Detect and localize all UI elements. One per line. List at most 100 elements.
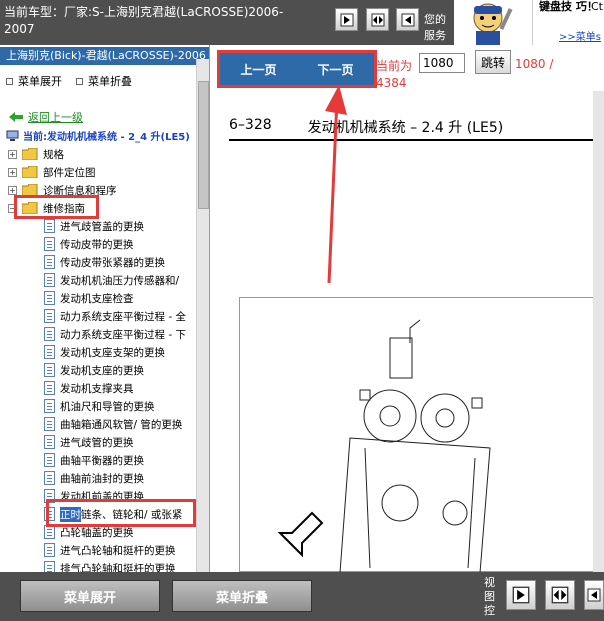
tree-leaf-label: 发动机前盖的更换 xyxy=(60,490,144,503)
tree-folder-label: 诊断信息和程序 xyxy=(43,184,117,197)
tree-leaf[interactable]: 动力系统支座平衡过程 - 全 xyxy=(0,307,196,325)
tree-leaf-label: 发动机机油压力传感器和/ xyxy=(60,274,180,287)
heading-rule xyxy=(229,139,604,141)
tree-leaf-label: 传动皮带张紧器的更换 xyxy=(60,256,165,269)
tree-leaf[interactable]: 排气凸轮轴和挺杆的更换 xyxy=(0,559,196,572)
tree-leaf[interactable]: 发动机支座检查 xyxy=(0,289,196,307)
tree-list: + 规格 + 部件定位图 + 诊断信息和程序 − 维修指南 进气歧管盖的更换 传动皮带的更换 传动皮… xyxy=(0,145,196,572)
document-scrollbar[interactable] xyxy=(593,91,604,572)
ad-corner-text: Ct xyxy=(591,0,603,13)
tree-leaf-label: 动力系统支座平衡过程 - 全 xyxy=(60,310,186,323)
tree-folder[interactable]: − 维修指南 xyxy=(0,199,196,217)
view-split-icon xyxy=(551,586,569,604)
back-link-label: 返回上一级 xyxy=(28,111,83,124)
ad-menu-link[interactable]: >>菜单s xyxy=(559,28,601,43)
folder-icon xyxy=(21,165,38,179)
tree-panel: 上海别克(Bick)-君越(LaCROSSE)-2006 菜单展开 菜单折叠 返… xyxy=(0,45,210,572)
tree-leaf[interactable]: 发动机机油压力传感器和/ xyxy=(0,271,196,289)
engine-diagram xyxy=(239,297,594,572)
document-icon xyxy=(44,363,55,377)
bottom-view-left-button[interactable] xyxy=(584,580,604,610)
engine-illustration xyxy=(277,319,491,572)
bottom-view-single-button[interactable] xyxy=(506,580,536,610)
view-single-button[interactable] xyxy=(335,8,358,31)
view-split-icon xyxy=(371,13,384,26)
back-link[interactable]: 返回上一级 xyxy=(8,109,83,125)
tree-folder[interactable]: + 部件定位图 xyxy=(0,163,196,181)
next-page-link[interactable]: 下一页 xyxy=(317,61,353,78)
computer-icon xyxy=(6,130,19,141)
tree-collapse-label: 菜单折叠 xyxy=(88,75,132,88)
prev-page-link[interactable]: 上一页 xyxy=(240,61,276,78)
menu-collapse-button[interactable]: 菜单折叠 xyxy=(172,580,312,612)
folder-icon xyxy=(21,147,38,161)
tree-leaf[interactable]: 进气凸轮轴和挺杆的更换 xyxy=(0,541,196,559)
page-count: 1080 / xyxy=(515,57,554,71)
document-icon xyxy=(44,525,55,539)
tree-folder[interactable]: + 规格 xyxy=(0,145,196,163)
expander-icon[interactable]: + xyxy=(8,149,17,159)
document-icon xyxy=(44,507,55,521)
tree-leaf[interactable]: 曲轴平衡器的更换 xyxy=(0,451,196,469)
tree-leaf-label: 进气凸轮轴和挺杆的更换 xyxy=(60,544,176,557)
folder-icon xyxy=(21,183,38,197)
view-left-icon xyxy=(587,588,601,602)
document-icon xyxy=(44,381,55,395)
back-arrow-icon xyxy=(9,112,23,122)
document-icon xyxy=(44,489,55,503)
tree-leaf[interactable]: 传动皮带张紧器的更换 xyxy=(0,253,196,271)
tree-leaf[interactable]: 动力系统支座平衡过程 - 下 xyxy=(0,325,196,343)
tree-expand-label: 菜单展开 xyxy=(18,75,62,88)
expander-icon[interactable]: − xyxy=(8,203,17,213)
bottom-view-split-button[interactable] xyxy=(545,580,575,610)
tree-scrollbar[interactable] xyxy=(196,59,209,572)
tree-expand-all[interactable]: 菜单展开 xyxy=(6,73,62,89)
current-node-label: 当前:发动机机械系统 - 2_4 升(LE5) xyxy=(23,132,190,143)
mascot-image xyxy=(454,0,532,45)
tree-scrollbar-thumb[interactable] xyxy=(198,81,209,209)
tree-leaf-label: 发动机支座的更换 xyxy=(60,364,144,377)
tree-leaf[interactable]: 凸轮轴盖的更换 xyxy=(0,523,196,541)
tree-leaf-label: 发动机支撑夹具 xyxy=(60,382,134,395)
expander-icon[interactable]: + xyxy=(8,185,17,195)
tree-leaf-label: 传动皮带的更换 xyxy=(60,238,134,251)
tree-header: 上海别克(Bick)-君越(LaCROSSE)-2006 xyxy=(0,47,209,65)
tree-leaf[interactable]: 发动机支座支架的更换 xyxy=(0,343,196,361)
tree-leaf-label: 机油尺和导管的更换 xyxy=(60,400,155,413)
document-icon xyxy=(44,345,55,359)
view-control-label: 视图控 xyxy=(484,576,495,617)
view-split-button[interactable] xyxy=(366,8,389,31)
current-page-label: 当前为 xyxy=(376,59,413,73)
document-icon xyxy=(44,399,55,413)
tree-leaf[interactable]: 曲轴前油封的更换 xyxy=(0,469,196,487)
document-icon xyxy=(44,255,55,269)
tree-leaf-selected[interactable]: 正时 链条、链轮和/ 或张紧 xyxy=(0,505,196,523)
bottom-bar: 菜单展开 菜单折叠 视图控 xyxy=(0,572,604,621)
tree-leaf[interactable]: 曲轴箱通风软管/ 管的更换 xyxy=(0,415,196,433)
tree-leaf-highlight: 正时 xyxy=(60,506,81,522)
tree-leaf-label: 进气歧管盖的更换 xyxy=(60,220,144,233)
document-icon xyxy=(44,561,55,572)
tree-leaf[interactable]: 发动机支撑夹具 xyxy=(0,379,196,397)
tree-collapse-all[interactable]: 菜单折叠 xyxy=(76,73,132,89)
tree-leaf[interactable]: 传动皮带的更换 xyxy=(0,235,196,253)
goto-button[interactable]: 跳转 xyxy=(475,50,511,74)
tree-leaf[interactable]: 机油尺和导管的更换 xyxy=(0,397,196,415)
document-icon xyxy=(44,327,55,341)
expander-icon[interactable]: + xyxy=(8,167,17,177)
tree-leaf[interactable]: 进气歧管盖的更换 xyxy=(0,217,196,235)
view-left-button[interactable] xyxy=(396,8,419,31)
page-number-input[interactable] xyxy=(419,53,465,73)
tree-leaf[interactable]: 进气歧管的更换 xyxy=(0,433,196,451)
tree-leaf-label: 曲轴平衡器的更换 xyxy=(60,454,144,467)
folder-icon xyxy=(21,201,38,215)
menu-expand-button[interactable]: 菜单展开 xyxy=(20,580,160,612)
tree-leaf[interactable]: 发动机前盖的更换 xyxy=(0,487,196,505)
tree-leaf-label: 凸轮轴盖的更换 xyxy=(60,526,134,539)
view-single-icon xyxy=(340,13,353,26)
document-icon xyxy=(44,471,55,485)
tree-leaf[interactable]: 发动机支座的更换 xyxy=(0,361,196,379)
car-model-title: 当前车型：厂家:S-上海别克君越(LaCROSSE)2006-2007 xyxy=(4,5,284,36)
document-icon xyxy=(44,435,55,449)
tree-folder[interactable]: + 诊断信息和程序 xyxy=(0,181,196,199)
